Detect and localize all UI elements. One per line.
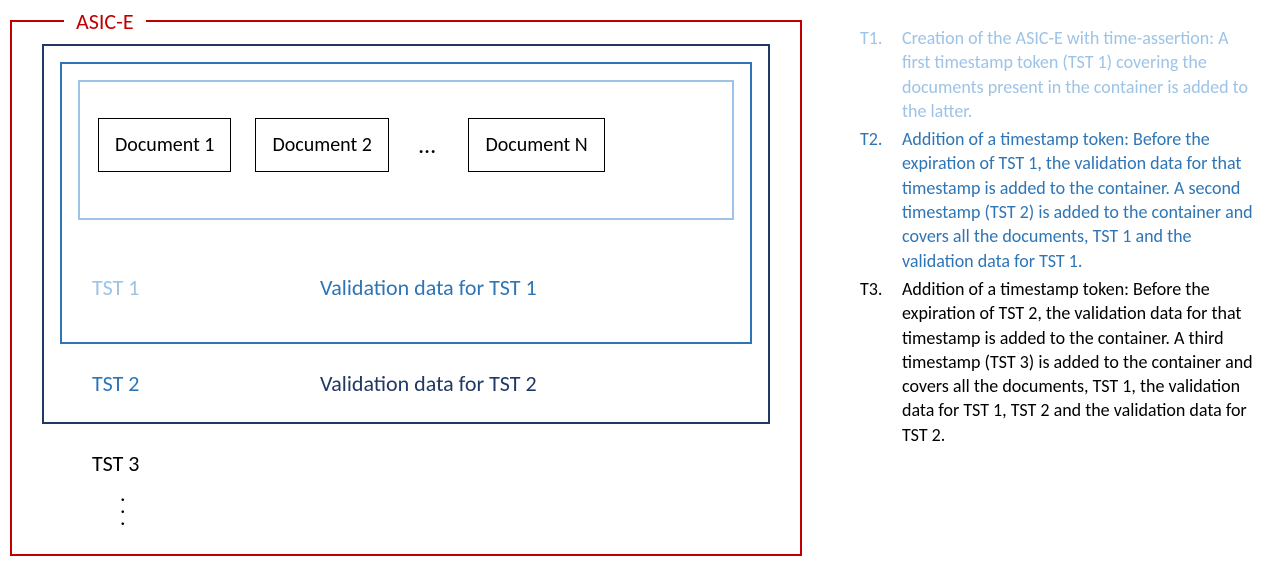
legend-t2: T2. Addition of a timestamp token: Befor…: [860, 127, 1254, 273]
asic-title: ASIC-E: [64, 8, 146, 35]
ellipsis-icon: …: [419, 131, 439, 160]
tst1-label: TST 1: [92, 274, 139, 301]
document-1: Document 1: [98, 118, 231, 172]
legend-t2-text: Addition of a timestamp token: Before th…: [902, 127, 1254, 273]
legend-t1-num: T1.: [860, 26, 902, 123]
diagram-root: ASIC-E Document 1 Document 2 … Document …: [0, 0, 1274, 566]
validation-data-tst1-label: Validation data for TST 1: [320, 274, 537, 301]
legend-t1: T1. Creation of the ASIC-E with time-ass…: [860, 26, 1254, 123]
vertical-ellipsis-icon: ...: [120, 488, 126, 524]
legend-t3-num: T3.: [860, 277, 902, 447]
legend-t3-text: Addition of a timestamp token: Before th…: [902, 277, 1254, 447]
validation-data-tst2-label: Validation data for TST 2: [320, 370, 537, 397]
document-2: Document 2: [255, 118, 388, 172]
tst3-label: TST 3: [92, 450, 139, 477]
diagram-column: ASIC-E Document 1 Document 2 … Document …: [0, 0, 820, 566]
legend-t3: T3. Addition of a timestamp token: Befor…: [860, 277, 1254, 447]
documents-row: Document 1 Document 2 … Document N: [98, 118, 605, 172]
tst2-label: TST 2: [92, 370, 139, 397]
legend-column: T1. Creation of the ASIC-E with time-ass…: [820, 0, 1274, 566]
legend-t2-num: T2.: [860, 127, 902, 273]
document-n: Document N: [468, 118, 604, 172]
legend-t1-text: Creation of the ASIC-E with time-asserti…: [902, 26, 1254, 123]
